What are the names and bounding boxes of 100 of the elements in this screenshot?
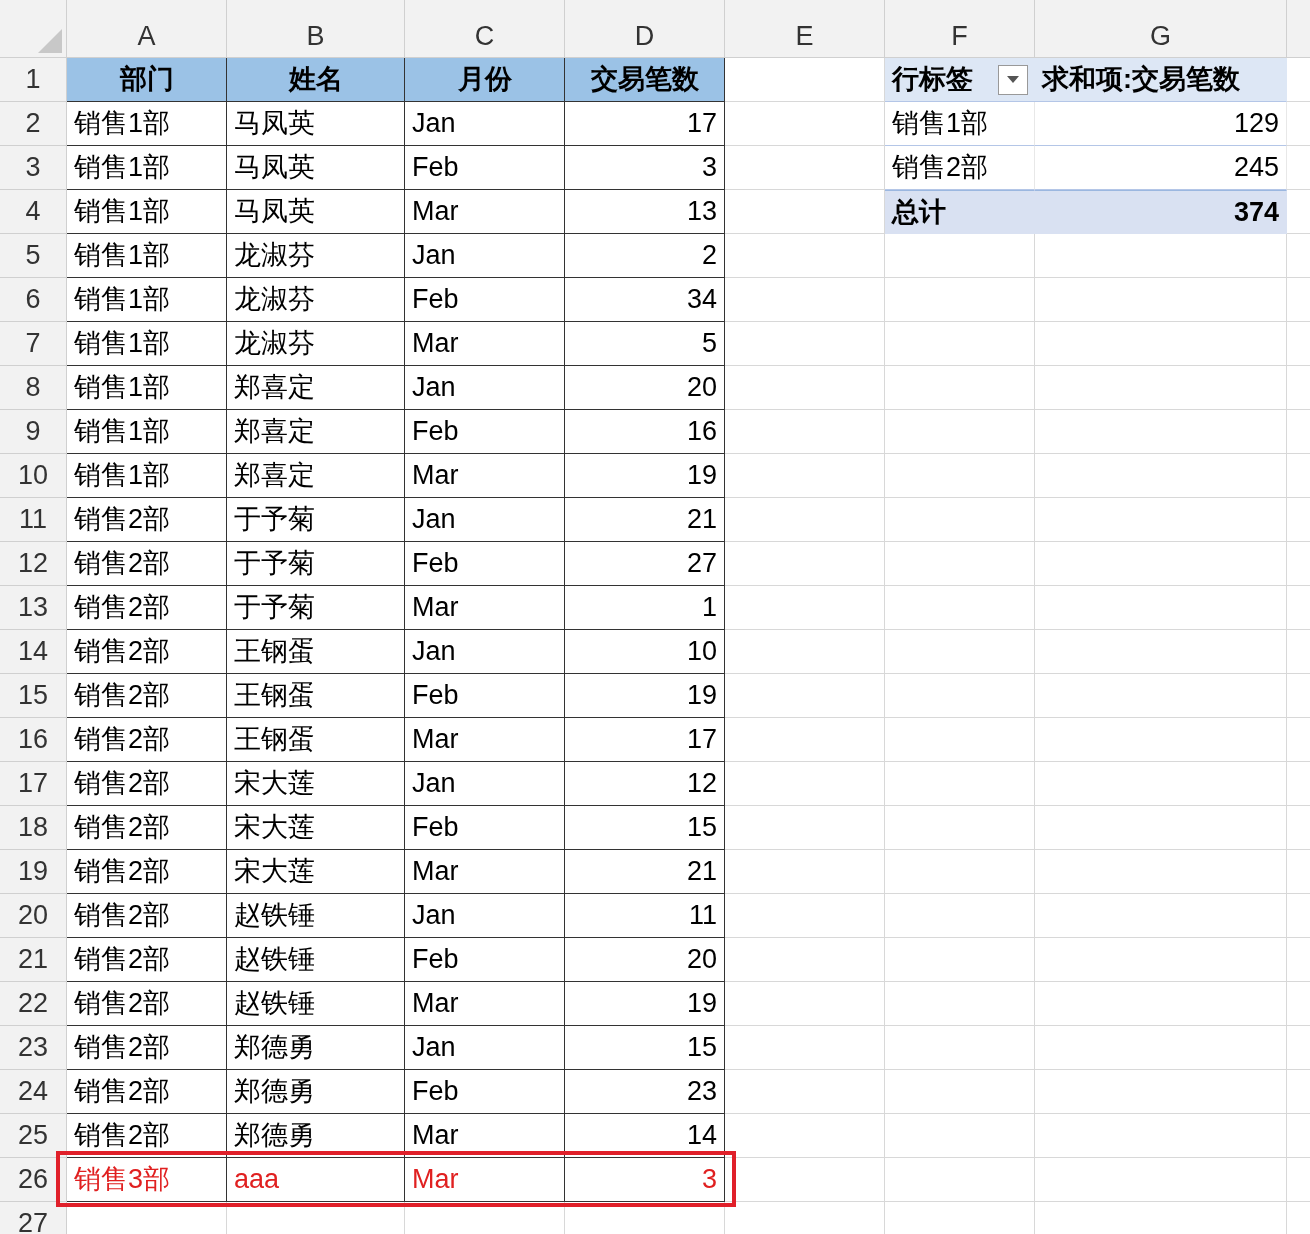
table-cell: 销售1部: [67, 234, 227, 278]
table-cell: 龙淑芬: [227, 322, 405, 366]
table-cell: 郑喜定: [227, 410, 405, 454]
row-number: 8: [25, 371, 41, 405]
table-cell: Mar: [405, 1158, 565, 1202]
table-cell: 销售1部: [67, 278, 227, 322]
table-cell: 宋大莲: [227, 762, 405, 806]
column-header[interactable]: F: [951, 15, 968, 56]
table-cell: 15: [565, 806, 725, 850]
table-cell: aaa: [227, 1158, 405, 1202]
pivot-value: 374: [1035, 190, 1287, 234]
table-cell: 郑喜定: [227, 366, 405, 410]
row-number: 15: [17, 679, 48, 713]
table-cell: Jan: [405, 630, 565, 674]
table-cell: 3: [565, 146, 725, 190]
row-number: 18: [17, 811, 48, 845]
table-cell: Jan: [405, 894, 565, 938]
table-cell: 销售2部: [67, 498, 227, 542]
column-header[interactable]: B: [306, 15, 325, 56]
table-cell: 1: [565, 586, 725, 630]
row-number: 14: [17, 635, 48, 669]
table-cell: 10: [565, 630, 725, 674]
table-cell: 王钢蛋: [227, 630, 405, 674]
table-cell: 销售1部: [67, 410, 227, 454]
table-cell: 11: [565, 894, 725, 938]
table-cell: Mar: [405, 190, 565, 234]
row-number: 11: [19, 503, 47, 537]
table-cell: 郑喜定: [227, 454, 405, 498]
table-cell: Feb: [405, 938, 565, 982]
row-number: 5: [25, 239, 41, 273]
table-cell: 销售2部: [67, 806, 227, 850]
table-cell: 23: [565, 1070, 725, 1114]
table-cell: Mar: [405, 322, 565, 366]
table-cell: 王钢蛋: [227, 674, 405, 718]
table-cell: Jan: [405, 1026, 565, 1070]
table-cell: Jan: [405, 234, 565, 278]
table-cell: Feb: [405, 410, 565, 454]
table-cell: 马凤英: [227, 102, 405, 146]
column-header[interactable]: G: [1150, 15, 1171, 56]
table-cell: 12: [565, 762, 725, 806]
column-heading: 月份: [405, 58, 565, 102]
table-cell: Feb: [405, 542, 565, 586]
table-cell: 销售2部: [67, 1070, 227, 1114]
table-cell: Feb: [405, 674, 565, 718]
table-cell: 赵铁锤: [227, 894, 405, 938]
table-cell: Jan: [405, 366, 565, 410]
pivot-row-label-heading: 行标签: [892, 63, 973, 97]
row-number: 1: [25, 63, 41, 97]
table-cell: 20: [565, 366, 725, 410]
table-cell: Feb: [405, 806, 565, 850]
table-cell: 19: [565, 674, 725, 718]
table-cell: 马凤英: [227, 146, 405, 190]
row-number: 26: [17, 1163, 48, 1197]
table-cell: 宋大莲: [227, 850, 405, 894]
table-cell: 郑德勇: [227, 1114, 405, 1158]
table-cell: Mar: [405, 850, 565, 894]
table-cell: Mar: [405, 454, 565, 498]
table-cell: 销售1部: [67, 190, 227, 234]
table-cell: 销售1部: [67, 454, 227, 498]
column-header[interactable]: E: [795, 15, 814, 56]
row-number: 19: [17, 855, 48, 889]
column-heading: 姓名: [227, 58, 405, 102]
caret-icon: [1007, 75, 1019, 84]
table-cell: 销售1部: [67, 146, 227, 190]
row-number: 9: [25, 415, 41, 449]
table-cell: Feb: [405, 1070, 565, 1114]
column-header[interactable]: D: [634, 15, 655, 56]
table-cell: 销售3部: [67, 1158, 227, 1202]
table-cell: Mar: [405, 718, 565, 762]
row-number: 21: [17, 943, 48, 977]
table-cell: 19: [565, 454, 725, 498]
table-cell: 王钢蛋: [227, 718, 405, 762]
table-cell: 27: [565, 542, 725, 586]
row-number: 12: [17, 547, 48, 581]
row-number: 24: [17, 1075, 48, 1109]
column-header[interactable]: A: [137, 15, 156, 56]
table-cell: 3: [565, 1158, 725, 1202]
table-cell: 销售1部: [67, 322, 227, 366]
row-number: 20: [17, 899, 48, 933]
table-cell: 龙淑芬: [227, 234, 405, 278]
row-number: 17: [17, 767, 48, 801]
table-cell: 34: [565, 278, 725, 322]
table-cell: 销售2部: [67, 1026, 227, 1070]
table-cell: 14: [565, 1114, 725, 1158]
table-cell: 龙淑芬: [227, 278, 405, 322]
row-number: 4: [25, 195, 41, 229]
row-number: 10: [17, 459, 48, 493]
table-cell: 15: [565, 1026, 725, 1070]
filter-dropdown-button[interactable]: [998, 64, 1028, 95]
table-cell: 销售2部: [67, 894, 227, 938]
table-cell: 销售1部: [67, 102, 227, 146]
table-cell: Jan: [405, 102, 565, 146]
table-cell: 销售2部: [67, 586, 227, 630]
column-header[interactable]: C: [474, 15, 495, 56]
table-cell: 销售2部: [67, 762, 227, 806]
row-number: 3: [25, 151, 41, 185]
pivot-row-label: 销售2部: [885, 146, 1035, 190]
row-number: 13: [17, 591, 48, 625]
row-number: 7: [25, 327, 41, 361]
table-cell: 20: [565, 938, 725, 982]
